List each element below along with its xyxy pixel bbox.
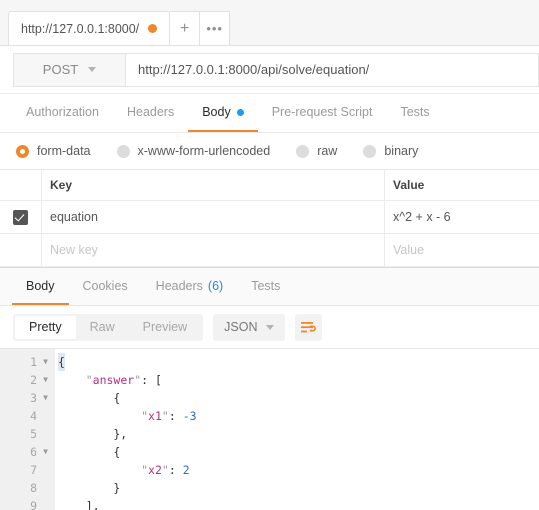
column-header-value: Value	[393, 178, 425, 192]
json-code[interactable]: { " answer ": [ { " x1 ": -3 }, { " x2 ": 2 } …	[55, 349, 539, 510]
tab-authorization-label: Authorization	[26, 105, 99, 119]
radio-unselected-icon	[296, 144, 310, 158]
code-line: " answer ": [	[85, 373, 162, 387]
response-tab-cookies[interactable]: Cookies	[69, 268, 142, 305]
radio-x-www-form-urlencoded[interactable]: x-www-form-urlencoded	[116, 144, 271, 158]
radio-unselected-icon	[116, 144, 130, 158]
response-tab-body-label: Body	[26, 278, 55, 293]
tab-pre-request-script[interactable]: Pre-request Script	[258, 94, 387, 132]
tab-tests-label: Tests	[400, 105, 430, 119]
tab-tests[interactable]: Tests	[386, 94, 443, 132]
response-tab-headers[interactable]: Headers (6)	[142, 268, 238, 305]
view-mode-pretty[interactable]: Pretty	[15, 315, 76, 339]
code-line: {	[58, 353, 65, 371]
tab-pre-request-script-label: Pre-request Script	[271, 105, 373, 119]
body-type-radio-group: form-data x-www-form-urlencoded raw bina…	[0, 133, 539, 169]
response-format-label: JSON	[224, 320, 258, 334]
radio-raw[interactable]: raw	[296, 144, 337, 158]
line-number[interactable]: 2 ▼	[0, 371, 55, 389]
request-tab-title: http://127.0.0.1:8000/	[21, 21, 140, 36]
radio-raw-label: raw	[317, 144, 338, 158]
tab-authorization[interactable]: Authorization	[12, 94, 113, 132]
view-mode-preview[interactable]: Preview	[129, 316, 201, 339]
line-number[interactable]: 1 ▼	[0, 353, 55, 371]
new-value-input[interactable]: Value	[385, 234, 539, 266]
tab-body[interactable]: Body	[188, 94, 258, 132]
line-number[interactable]: 3 ▼	[0, 389, 55, 407]
line-number[interactable]: 9	[0, 497, 55, 510]
line-number[interactable]: 8	[0, 479, 55, 497]
checkbox-checked-icon[interactable]	[13, 209, 28, 225]
table-header-row: Key Value	[0, 170, 539, 201]
response-tab-cookies-label: Cookies	[82, 278, 128, 293]
new-row-checkbox-cell[interactable]	[0, 234, 42, 266]
code-line: " x2 ": 2	[141, 463, 190, 477]
line-number[interactable]: 6 ▼	[0, 443, 55, 461]
tab-headers[interactable]: Headers	[113, 94, 188, 132]
code-line: },	[58, 427, 128, 441]
method-label: POST	[42, 62, 79, 77]
tab-bar: http://127.0.0.1:8000/ + •••	[0, 0, 539, 46]
radio-binary[interactable]: binary	[363, 144, 418, 158]
tab-body-label: Body	[202, 105, 231, 119]
request-url-bar: POST http://127.0.0.1:8000/api/solve/equ…	[0, 46, 539, 94]
view-mode-raw[interactable]: Raw	[76, 316, 129, 339]
code-line: {	[58, 391, 121, 405]
response-tab-tests-label: Tests	[251, 278, 281, 293]
response-tab-tests[interactable]: Tests	[237, 268, 294, 305]
line-number[interactable]: 4	[0, 407, 55, 425]
request-tab[interactable]: http://127.0.0.1:8000/	[8, 11, 171, 45]
radio-form-data-label: form-data	[37, 144, 91, 158]
row-checkbox-cell[interactable]	[0, 201, 42, 233]
table-row[interactable]: equation x^2 + x - 6	[0, 201, 539, 234]
code-line: }	[58, 481, 121, 495]
postman-window: http://127.0.0.1:8000/ + ••• POST http:/…	[0, 0, 539, 510]
chevron-down-icon	[88, 67, 97, 72]
response-format-select[interactable]: JSON	[213, 313, 286, 341]
line-number[interactable]: 5	[0, 425, 55, 443]
radio-form-data[interactable]: form-data	[16, 144, 91, 158]
word-wrap-button[interactable]	[295, 313, 323, 341]
row-key-input[interactable]: equation	[42, 201, 385, 233]
unsaved-dot-icon	[148, 24, 158, 33]
radio-selected-icon	[16, 144, 29, 158]
radio-unselected-icon	[363, 144, 377, 158]
response-tab-headers-label: Headers	[155, 278, 203, 293]
chevron-down-icon	[266, 324, 275, 330]
code-line: {	[58, 445, 121, 459]
row-value-input[interactable]: x^2 + x - 6	[385, 201, 539, 233]
fold-arrow-icon: ▼	[43, 393, 48, 402]
url-input[interactable]: http://127.0.0.1:8000/api/solve/equation…	[125, 52, 539, 87]
request-tabs: Authorization Headers Body Pre-request S…	[0, 94, 539, 133]
code-line: ],	[58, 499, 100, 510]
method-select[interactable]: POST	[13, 52, 125, 87]
response-tab-body[interactable]: Body	[12, 268, 69, 305]
fold-arrow-icon: ▼	[43, 375, 48, 384]
table-row-new[interactable]: New key Value	[0, 234, 539, 267]
line-number-gutter: 1▼ 2▼ 3▼ 4 5 6▼ 7 8 9 10 11	[0, 349, 55, 510]
response-pane: Body Cookies Headers (6) Tests Pretty Ra…	[0, 267, 539, 510]
header-checkbox-cell	[0, 170, 42, 200]
tab-options-button[interactable]: •••	[200, 11, 231, 45]
response-body-viewer[interactable]: 1▼ 2▼ 3▼ 4 5 6▼ 7 8 9 10 11 { "answer": …	[0, 348, 539, 510]
new-tab-button[interactable]: +	[170, 11, 201, 45]
fold-arrow-icon: ▼	[43, 447, 48, 456]
word-wrap-icon	[301, 321, 317, 332]
column-header-key: Key	[42, 170, 385, 200]
code-line: " x1 ": -3	[141, 409, 197, 423]
response-tabs: Body Cookies Headers (6) Tests	[0, 268, 539, 306]
radio-binary-label: binary	[384, 144, 419, 158]
response-toolbar: Pretty Raw Preview JSON	[0, 306, 539, 348]
tab-headers-label: Headers	[126, 105, 175, 119]
view-mode-group: Pretty Raw Preview	[13, 313, 204, 341]
radio-x-www-form-urlencoded-label: x-www-form-urlencoded	[137, 144, 271, 158]
fold-arrow-icon: ▼	[43, 357, 48, 366]
new-key-input[interactable]: New key	[42, 234, 385, 266]
form-data-table: Key Value equation x^2 + x - 6 New key V…	[0, 169, 539, 267]
headers-count-badge: (6)	[207, 278, 224, 293]
body-modified-dot-icon	[236, 108, 244, 116]
line-number[interactable]: 7	[0, 461, 55, 479]
